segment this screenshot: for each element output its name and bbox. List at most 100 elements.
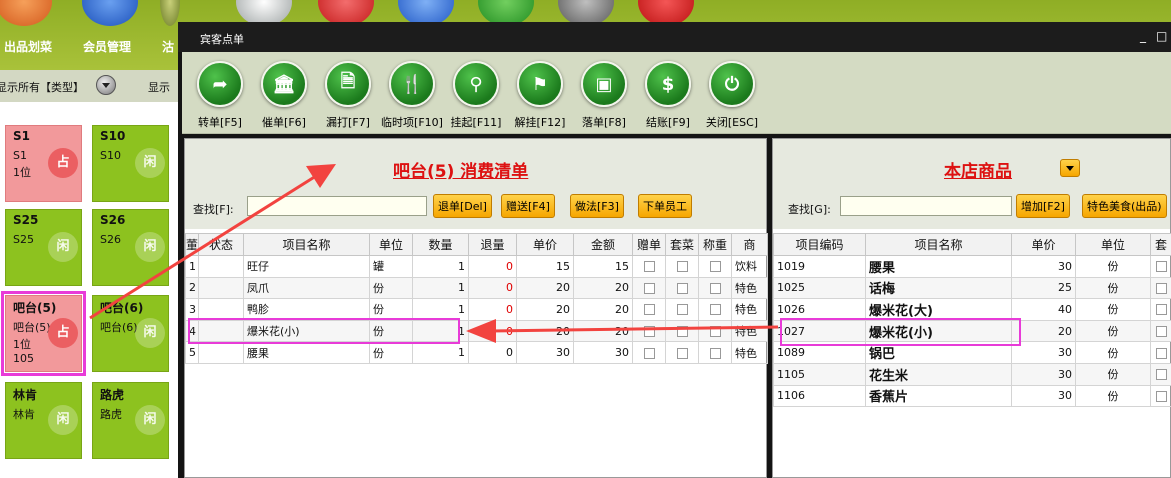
category-dropdown-icon[interactable]	[1060, 159, 1080, 177]
cell-set	[1150, 362, 1171, 386]
checkout-button[interactable]: $ 结账[F9]	[638, 56, 698, 130]
col-header[interactable]: 套菜	[665, 233, 699, 256]
weigh-checkbox[interactable]	[709, 282, 721, 294]
cell-set	[1150, 384, 1171, 408]
restore-button[interactable]: □	[1156, 29, 1167, 43]
tray-icon[interactable]	[160, 0, 180, 26]
col-header[interactable]: 董	[185, 233, 199, 256]
col-header[interactable]: 金额	[573, 233, 633, 256]
table-row[interactable]: 5 腰果 份 1 0 30 30 特色	[185, 341, 768, 364]
weigh-checkbox[interactable]	[709, 347, 721, 359]
close-button[interactable]: ⏻ 关闭[ESC]	[702, 56, 762, 130]
gift-checkbox[interactable]	[643, 282, 655, 294]
product-search-input[interactable]	[840, 196, 1012, 216]
bell-icon[interactable]	[0, 0, 52, 26]
table-row[interactable]: 1106 香蕉片 30 份	[773, 384, 1171, 408]
col-header[interactable]: 项目编码	[773, 233, 866, 256]
col-header[interactable]: 赠单	[632, 233, 666, 256]
set-checkbox[interactable]	[1155, 261, 1167, 273]
set-checkbox[interactable]	[1155, 282, 1167, 294]
hang-order-button[interactable]: ⚲ 挂起[F11]	[446, 56, 506, 130]
table-tile-bar-5[interactable]: 吧台(5) 吧台(5) 1位 105 占	[1, 291, 86, 376]
free-badge-icon: 闲	[48, 232, 78, 262]
table-row[interactable]: 1019 腰果 30 份	[773, 255, 1171, 278]
return-dish-button[interactable]: 退单[Del]	[433, 194, 492, 218]
col-header[interactable]: 单价	[1011, 233, 1076, 256]
set-checkbox[interactable]	[1155, 347, 1167, 359]
nav-sold-out[interactable]: 沽	[162, 38, 174, 55]
place-order-button[interactable]: ▣ 落单[F8]	[574, 56, 634, 130]
table-tile-lincoln[interactable]: 林肯 林肯 闲	[5, 382, 82, 459]
cell-set	[1150, 255, 1171, 278]
gift-checkbox[interactable]	[643, 326, 655, 338]
table-tile-s25[interactable]: S25 S25 闲	[5, 209, 82, 286]
set-checkbox[interactable]	[676, 304, 688, 316]
table-tile-s26[interactable]: S26 S26 闲	[92, 209, 169, 286]
cell-set	[1150, 298, 1171, 321]
weigh-checkbox[interactable]	[709, 261, 721, 273]
col-header[interactable]: 退量	[468, 233, 517, 256]
set-checkbox[interactable]	[1155, 390, 1167, 402]
gift-button[interactable]: 赠送[F4]	[501, 194, 555, 218]
col-header[interactable]: 套	[1150, 233, 1171, 256]
rush-order-button[interactable]: 🏛 催单[F6]	[254, 56, 314, 130]
table-tile-land-rover[interactable]: 路虎 路虎 闲	[92, 382, 169, 459]
col-header[interactable]: 单位	[369, 233, 413, 256]
table-row[interactable]: 2 凤爪 份 1 0 20 20 特色	[185, 276, 768, 300]
table-tile-bar-6[interactable]: 吧台(6) 吧台(6) 闲	[92, 295, 169, 372]
col-header[interactable]: 项目名称	[243, 233, 370, 256]
table-row[interactable]: 1 旺仔 罐 1 0 15 15 饮料	[185, 255, 768, 278]
col-header[interactable]: 称重	[698, 233, 732, 256]
filter-show-second[interactable]: 显示	[148, 79, 170, 95]
cell-code: 1106	[773, 384, 866, 408]
cooking-method-button[interactable]: 做法[F3]	[570, 194, 624, 218]
col-header[interactable]: 数量	[412, 233, 469, 256]
transfer-order-button[interactable]: ➦ 转单[F5]	[190, 56, 250, 130]
nav-dish-dispatch[interactable]: 出品划菜	[4, 38, 52, 55]
set-checkbox[interactable]	[1155, 326, 1167, 338]
col-header[interactable]: 单位	[1075, 233, 1151, 256]
cell-price: 30	[1011, 341, 1076, 364]
cell-price: 15	[516, 255, 574, 278]
tile-line: 105	[13, 352, 34, 365]
col-header[interactable]: 单价	[516, 233, 574, 256]
category-filter-button[interactable]: 特色美食(出品)	[1082, 194, 1167, 218]
consumption-list-title: 吧台(5) 消费清单	[393, 162, 529, 182]
nav-member-management[interactable]: 会员管理	[83, 38, 131, 55]
order-staff-button[interactable]: 下单员工	[638, 194, 692, 218]
add-item-button[interactable]: 增加[F2]	[1016, 194, 1070, 218]
set-checkbox[interactable]	[676, 282, 688, 294]
set-checkbox[interactable]	[1155, 304, 1167, 316]
set-checkbox[interactable]	[1155, 369, 1167, 381]
table-header-row: 董 状态 项目名称 单位 数量 退量 单价 金额 赠单 套菜 称重 商	[185, 233, 768, 256]
cell-name: 花生米	[865, 362, 1012, 386]
col-header[interactable]: 项目名称	[865, 233, 1012, 256]
table-grid: S1 S1 1位 占 S10 S10 闲 S25 S25 闲 S26 S26 闲…	[0, 102, 180, 478]
set-checkbox[interactable]	[676, 261, 688, 273]
weigh-checkbox[interactable]	[709, 326, 721, 338]
gift-checkbox[interactable]	[643, 304, 655, 316]
table-row[interactable]: 1105 花生米 30 份	[773, 362, 1171, 386]
cell-status	[198, 276, 244, 300]
cell-price: 40	[1011, 298, 1076, 321]
table-tile-s10[interactable]: S10 S10 闲	[92, 125, 169, 202]
set-checkbox[interactable]	[676, 326, 688, 338]
filter-dropdown-icon[interactable]	[96, 75, 116, 95]
minimize-button[interactable]: _	[1140, 29, 1146, 43]
gift-checkbox[interactable]	[643, 261, 655, 273]
col-header[interactable]: 商	[731, 233, 768, 256]
set-checkbox[interactable]	[676, 347, 688, 359]
temporary-item-button[interactable]: 🍴 临时项[F10]	[381, 56, 443, 130]
gift-checkbox[interactable]	[643, 347, 655, 359]
cell-price: 20	[516, 276, 574, 300]
table-row[interactable]: 1025 话梅 25 份	[773, 276, 1171, 300]
filter-show-all-type[interactable]: 显示所有【类型】	[0, 79, 84, 95]
table-tile-s1[interactable]: S1 S1 1位 占	[5, 125, 82, 202]
unhang-order-button[interactable]: ⚑ 解挂[F12]	[510, 56, 570, 130]
cell-weigh	[698, 319, 732, 343]
missed-print-button[interactable]: 🗎 漏打[F7]	[318, 56, 378, 130]
weigh-checkbox[interactable]	[709, 304, 721, 316]
chef-hat-icon[interactable]	[82, 0, 138, 26]
consumption-search-input[interactable]	[247, 196, 427, 216]
col-header[interactable]: 状态	[198, 233, 244, 256]
